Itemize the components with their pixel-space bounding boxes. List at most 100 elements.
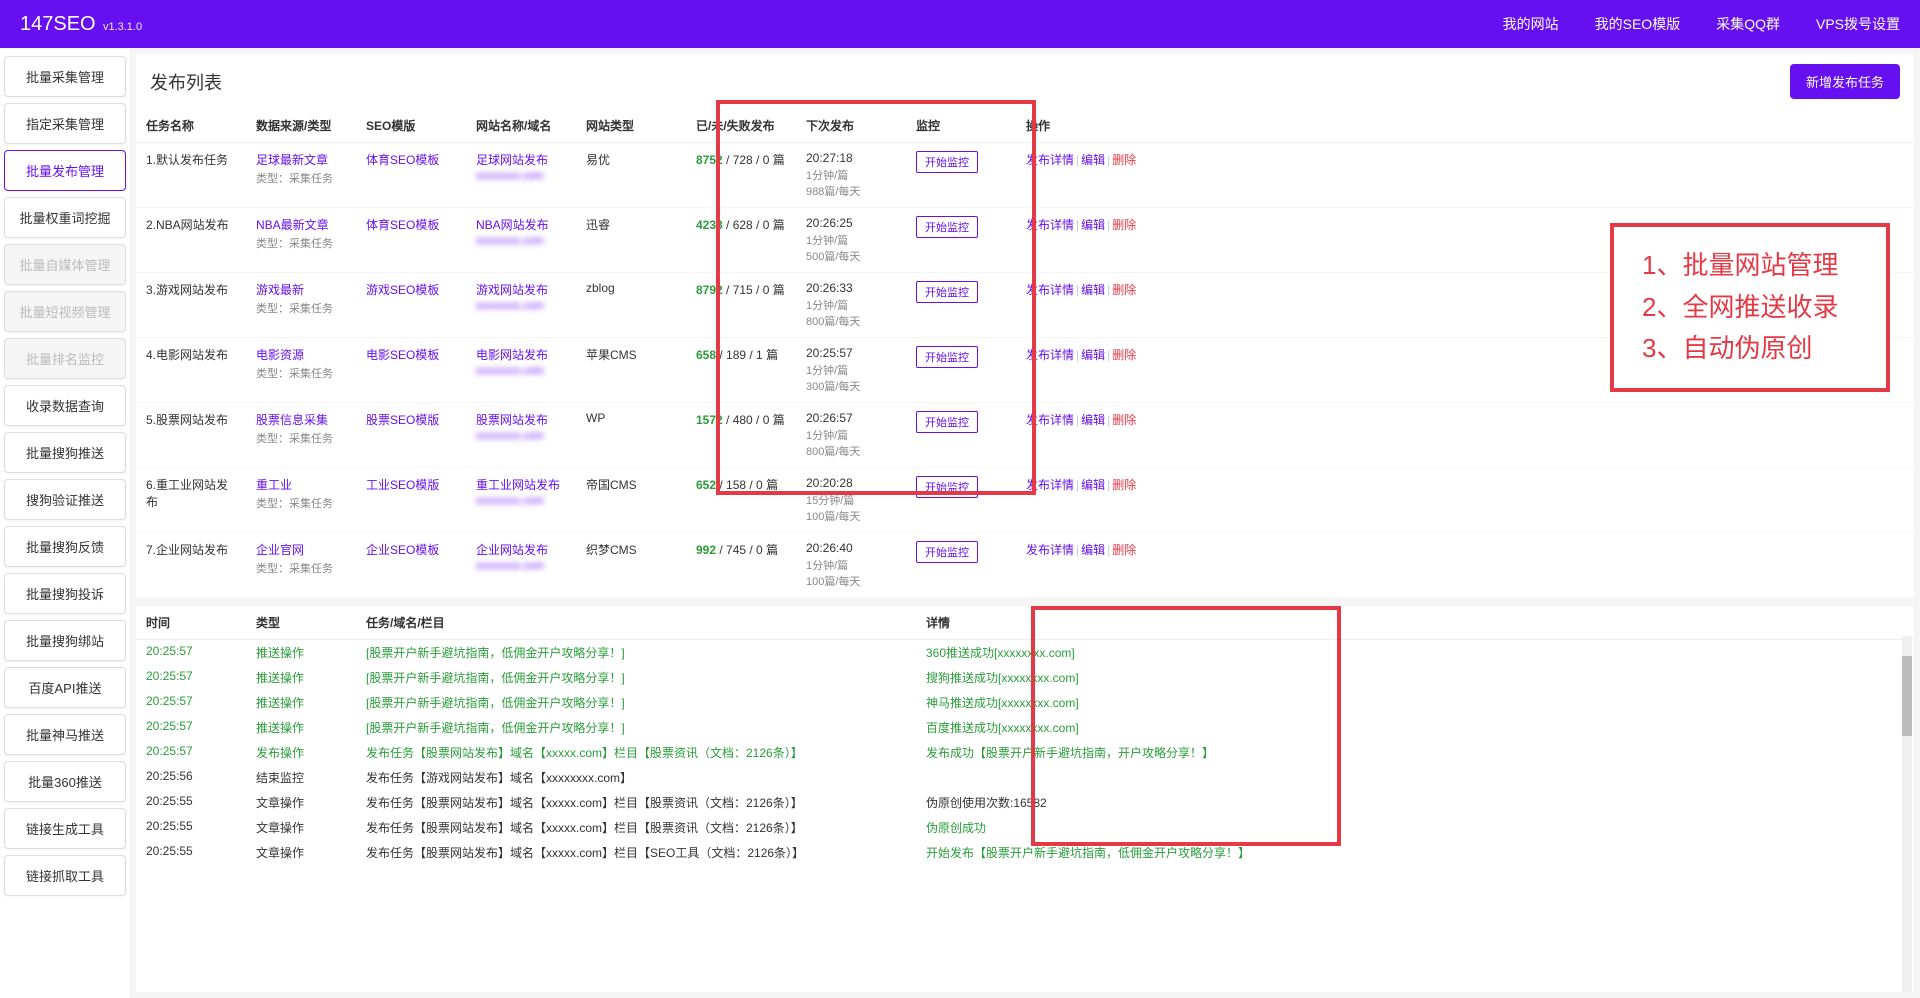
source-link[interactable]: 股票信息采集 bbox=[256, 413, 328, 427]
monitor-button[interactable]: 开始监控 bbox=[916, 541, 978, 563]
op-edit[interactable]: 编辑 bbox=[1081, 218, 1105, 232]
monitor-button[interactable]: 开始监控 bbox=[916, 476, 978, 498]
op-detail[interactable]: 发布详情 bbox=[1026, 543, 1074, 557]
op-delete[interactable]: 删除 bbox=[1112, 348, 1136, 362]
monitor-button[interactable]: 开始监控 bbox=[916, 151, 978, 173]
site-link[interactable]: NBA网站发布 bbox=[476, 218, 549, 232]
op-edit[interactable]: 编辑 bbox=[1081, 413, 1105, 427]
op-detail[interactable]: 发布详情 bbox=[1026, 348, 1074, 362]
monitor-button[interactable]: 开始监控 bbox=[916, 346, 978, 368]
log-row: 20:25:57推送操作[股票开户新手避坑指南，低佣金开户攻略分享！]搜狗推送成… bbox=[136, 665, 1914, 690]
log-col-2: 任务/域名/栏目 bbox=[356, 606, 916, 640]
table-row: 7.企业网站发布企业官网类型：采集任务企业SEO模板企业网站发布xxxxxxxx… bbox=[136, 533, 1914, 598]
sidebar-item-11[interactable]: 批量搜狗投诉 bbox=[4, 573, 126, 614]
log-row: 20:25:56结束监控发布任务【游戏网站发布】域名【xxxxxxxx.com】 bbox=[136, 765, 1914, 790]
op-edit[interactable]: 编辑 bbox=[1081, 153, 1105, 167]
template-link[interactable]: 电影SEO模板 bbox=[366, 348, 439, 362]
site-link[interactable]: 足球网站发布 bbox=[476, 153, 548, 167]
op-delete[interactable]: 删除 bbox=[1112, 218, 1136, 232]
template-link[interactable]: 工业SEO模版 bbox=[366, 478, 439, 492]
op-detail[interactable]: 发布详情 bbox=[1026, 413, 1074, 427]
sidebar-item-2[interactable]: 批量发布管理 bbox=[4, 150, 126, 191]
op-delete[interactable]: 删除 bbox=[1112, 478, 1136, 492]
sidebar-item-15[interactable]: 批量360推送 bbox=[4, 761, 126, 802]
col-8: 操作 bbox=[1016, 109, 1914, 143]
monitor-button[interactable]: 开始监控 bbox=[916, 216, 978, 238]
op-edit[interactable]: 编辑 bbox=[1081, 543, 1105, 557]
monitor-button[interactable]: 开始监控 bbox=[916, 411, 978, 433]
nav-vps[interactable]: VPS拨号设置 bbox=[1816, 14, 1900, 34]
scrollbar-thumb[interactable] bbox=[1902, 656, 1912, 736]
sidebar-item-6: 批量排名监控 bbox=[4, 338, 126, 379]
app-header: 147SEO v1.3.1.0 我的网站 我的SEO模版 采集QQ群 VPS拨号… bbox=[0, 0, 1920, 48]
site-link[interactable]: 电影网站发布 bbox=[476, 348, 548, 362]
log-table: 时间类型任务/域名/栏目详情 20:25:57推送操作[股票开户新手避坑指南，低… bbox=[136, 606, 1914, 865]
sidebar-item-10[interactable]: 批量搜狗反馈 bbox=[4, 526, 126, 567]
col-1: 数据来源/类型 bbox=[246, 109, 356, 143]
sidebar-item-5: 批量短视频管理 bbox=[4, 291, 126, 332]
sidebar-item-8[interactable]: 批量搜狗推送 bbox=[4, 432, 126, 473]
op-detail[interactable]: 发布详情 bbox=[1026, 153, 1074, 167]
sidebar-item-14[interactable]: 批量神马推送 bbox=[4, 714, 126, 755]
op-detail[interactable]: 发布详情 bbox=[1026, 218, 1074, 232]
monitor-button[interactable]: 开始监控 bbox=[916, 281, 978, 303]
log-row: 20:25:57推送操作[股票开户新手避坑指南，低佣金开户攻略分享！]360推送… bbox=[136, 640, 1914, 666]
source-link[interactable]: 企业官网 bbox=[256, 543, 304, 557]
op-delete[interactable]: 删除 bbox=[1112, 413, 1136, 427]
log-row: 20:25:57发布操作发布任务【股票网站发布】域名【xxxxx.com】栏目【… bbox=[136, 740, 1914, 765]
site-link[interactable]: 重工业网站发布 bbox=[476, 478, 560, 492]
sidebar-item-9[interactable]: 搜狗验证推送 bbox=[4, 479, 126, 520]
sidebar-item-12[interactable]: 批量搜狗绑站 bbox=[4, 620, 126, 661]
log-scrollbar[interactable] bbox=[1902, 636, 1912, 992]
nav-seo-template[interactable]: 我的SEO模版 bbox=[1595, 14, 1681, 34]
log-panel: 时间类型任务/域名/栏目详情 20:25:57推送操作[股票开户新手避坑指南，低… bbox=[136, 606, 1914, 992]
log-row: 20:25:57推送操作[股票开户新手避坑指南，低佣金开户攻略分享！]神马推送成… bbox=[136, 690, 1914, 715]
col-6: 下次发布 bbox=[796, 109, 906, 143]
new-task-button[interactable]: 新增发布任务 bbox=[1790, 64, 1900, 99]
source-link[interactable]: 电影资源 bbox=[256, 348, 304, 362]
sidebar-item-0[interactable]: 批量采集管理 bbox=[4, 56, 126, 97]
annotation-callout: 1、批量网站管理 2、全网推送收录 3、自动伪原创 bbox=[1610, 223, 1890, 392]
template-link[interactable]: 游戏SEO模板 bbox=[366, 283, 439, 297]
op-delete[interactable]: 删除 bbox=[1112, 543, 1136, 557]
source-link[interactable]: NBA最新文章 bbox=[256, 218, 329, 232]
top-nav: 我的网站 我的SEO模版 采集QQ群 VPS拨号设置 bbox=[1503, 14, 1900, 34]
template-link[interactable]: 企业SEO模板 bbox=[366, 543, 439, 557]
log-row: 20:25:55文章操作发布任务【股票网站发布】域名【xxxxx.com】栏目【… bbox=[136, 840, 1914, 865]
sidebar-item-17[interactable]: 链接抓取工具 bbox=[4, 855, 126, 896]
table-row: 5.股票网站发布股票信息采集类型：采集任务股票SEO模版股票网站发布xxxxxx… bbox=[136, 403, 1914, 468]
template-link[interactable]: 股票SEO模版 bbox=[366, 413, 439, 427]
op-detail[interactable]: 发布详情 bbox=[1026, 283, 1074, 297]
col-3: 网站名称/域名 bbox=[466, 109, 576, 143]
source-link[interactable]: 游戏最新 bbox=[256, 283, 304, 297]
sidebar-item-13[interactable]: 百度API推送 bbox=[4, 667, 126, 708]
sidebar-item-3[interactable]: 批量权重词挖掘 bbox=[4, 197, 126, 238]
col-5: 已/未/失败发布 bbox=[686, 109, 796, 143]
op-detail[interactable]: 发布详情 bbox=[1026, 478, 1074, 492]
sidebar-item-7[interactable]: 收录数据查询 bbox=[4, 385, 126, 426]
site-link[interactable]: 企业网站发布 bbox=[476, 543, 548, 557]
sidebar-item-1[interactable]: 指定采集管理 bbox=[4, 103, 126, 144]
col-4: 网站类型 bbox=[576, 109, 686, 143]
site-link[interactable]: 游戏网站发布 bbox=[476, 283, 548, 297]
nav-qq-group[interactable]: 采集QQ群 bbox=[1716, 14, 1780, 34]
brand-title: 147SEO bbox=[20, 13, 96, 35]
site-link[interactable]: 股票网站发布 bbox=[476, 413, 548, 427]
log-col-0: 时间 bbox=[136, 606, 246, 640]
col-7: 监控 bbox=[906, 109, 1016, 143]
col-0: 任务名称 bbox=[136, 109, 246, 143]
op-delete[interactable]: 删除 bbox=[1112, 153, 1136, 167]
source-link[interactable]: 重工业 bbox=[256, 478, 292, 492]
op-edit[interactable]: 编辑 bbox=[1081, 283, 1105, 297]
source-link[interactable]: 足球最新文章 bbox=[256, 153, 328, 167]
brand-version: v1.3.1.0 bbox=[103, 21, 142, 33]
op-edit[interactable]: 编辑 bbox=[1081, 478, 1105, 492]
log-row: 20:25:55文章操作发布任务【股票网站发布】域名【xxxxx.com】栏目【… bbox=[136, 790, 1914, 815]
sidebar-item-4: 批量自媒体管理 bbox=[4, 244, 126, 285]
op-delete[interactable]: 删除 bbox=[1112, 283, 1136, 297]
nav-mysite[interactable]: 我的网站 bbox=[1503, 14, 1559, 34]
sidebar-item-16[interactable]: 链接生成工具 bbox=[4, 808, 126, 849]
op-edit[interactable]: 编辑 bbox=[1081, 348, 1105, 362]
template-link[interactable]: 体育SEO模板 bbox=[366, 153, 439, 167]
template-link[interactable]: 体育SEO模板 bbox=[366, 218, 439, 232]
